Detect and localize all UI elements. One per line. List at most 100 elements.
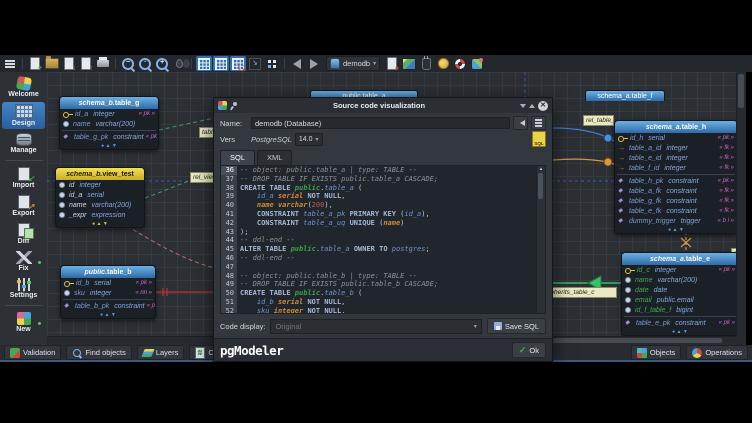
sidebar-item-manage[interactable]: Manage [2,131,45,156]
donate-icon[interactable] [435,56,451,71]
clear-name-icon[interactable] [513,116,528,130]
table-card-table_b[interactable]: public.table_bid_bserial« pk »skuinteger… [60,265,156,319]
zoom-in-icon[interactable] [154,56,170,71]
ok-button[interactable]: ✓ Ok [512,342,546,358]
code-scrollbar[interactable] [536,166,545,313]
table-row-name[interactable]: namevarchar(200) [60,119,158,129]
new-model-icon[interactable] [27,56,43,71]
table-row-table_e_id[interactable]: →table_e_idinteger« fk » [615,153,737,163]
magnify-objects-icon[interactable] [171,56,187,71]
table-row-id_a[interactable]: id_ainteger« pk » [60,109,158,119]
pin-icon[interactable] [230,102,238,110]
save-sql-button[interactable]: Save SQL [487,318,546,334]
expand-icon[interactable] [529,101,535,108]
table-row-date[interactable]: datedate [622,285,738,295]
table-row-table_h_pk[interactable]: ◆table_h_pkconstraint« pk » [615,176,737,186]
table-header[interactable]: schema_b.view_test [56,168,144,180]
table-row-id[interactable]: idinteger [56,180,144,190]
table-row-table_f_id[interactable]: →table_f_idinteger« fk » [615,163,737,173]
expand-canvas-icon[interactable] [247,56,263,71]
close-icon[interactable]: ✕ [538,101,548,111]
pgsql-version-select[interactable]: 14.0▾ [295,133,323,146]
object-name-field[interactable] [251,117,510,129]
table-expand-controls[interactable]: ● ▲ ▼ [615,226,737,233]
canvas-vertical-scrollbar[interactable] [736,72,746,345]
code-lines[interactable]: 36-- object: public.table_a | type: TABL… [221,166,536,313]
table-card-table_g[interactable]: schema_b.table_gid_ainteger« pk »namevar… [59,96,159,150]
view-card-view_test[interactable]: schema_b.view_testidintegerid_aserialnam… [55,167,145,228]
tab-sql[interactable]: SQL [220,150,255,165]
plugins-icon[interactable] [469,56,485,71]
save-model-as-icon[interactable] [78,56,94,71]
layers-button[interactable]: Layers [137,345,185,360]
sidebar-item-fix[interactable]: Fix [2,249,45,274]
sidebar-item-welcome[interactable]: Welcome [2,75,45,100]
table-header[interactable]: schema_a.table_h [615,121,737,133]
table-row-table_g_pk[interactable]: ◆table_g_pkconstraint« pk » [60,132,158,142]
table-row-table_e_pk[interactable]: ◆table_e_pkconstraint« pk » [622,318,738,328]
sidebar-item-diff[interactable]: Diff [2,221,45,247]
table-row-id_c[interactable]: id_cinteger« pk » [622,265,738,275]
relationship-node-blue[interactable] [604,134,612,142]
table-header[interactable]: schema_a.table_e [622,253,738,265]
table-row-id_a[interactable]: id_aserial [56,190,144,200]
dialog-titlebar[interactable]: Source code visualization ✕ [214,98,552,113]
table-row-id_h[interactable]: id_hserial« pk » [615,133,737,143]
table-expand-controls[interactable]: ● ▲ ▼ [61,311,155,318]
relationship-line-view-dep[interactable] [127,226,219,269]
sidebar-item-settings[interactable]: Settings [2,276,45,301]
main-menu-icon[interactable] [2,56,18,71]
snap-to-grid-icon[interactable] [213,56,229,71]
table-row-table_e_fk[interactable]: ◆table_e_fkconstraint« fk » [615,206,737,216]
table-row-email[interactable]: emailpublic.email [622,295,738,305]
open-model-icon[interactable] [44,56,60,71]
sidebar-item-design[interactable]: Design [2,102,45,129]
zoom-reset-icon[interactable] [137,56,153,71]
previous-model-icon[interactable] [289,56,305,71]
show-grid-icon[interactable] [196,56,212,71]
table-header[interactable]: schema_b.table_g [60,97,158,109]
collapse-icon[interactable] [520,104,526,111]
operations-button[interactable]: Operations [686,345,748,360]
objects-button[interactable]: Objects [631,345,681,360]
table-card-table_h[interactable]: schema_a.table_hid_hserial« pk »→table_a… [614,120,738,234]
sql-execution-icon[interactable] [418,56,434,71]
relationship-line-blue[interactable] [553,128,608,138]
model-tab-combo[interactable]: demodb▾ [326,56,380,71]
page-delimiters-icon[interactable] [230,56,246,71]
table-row-id_b[interactable]: id_bserial« pk » [61,278,155,288]
table-card-table_e[interactable]: schema_a.table_eid_cinteger« pk »namevar… [621,252,739,336]
table-row-name[interactable]: namevarchar(200) [622,275,738,285]
source-options-icon[interactable] [531,116,546,130]
table-row-id_f_table_f[interactable]: id_f_table_fbigint [622,305,738,315]
table-row-table_g_fk[interactable]: ◆table_g_fkconstraint« fk » [615,196,737,206]
table-card-table_f-partial[interactable]: schema_a.table_f [585,90,665,101]
save-model-icon[interactable] [61,56,77,71]
table-row-_expr[interactable]: _exprexpression [56,210,144,220]
zoom-out-icon[interactable] [120,56,136,71]
find-button[interactable]: Find objects [66,345,131,360]
table-expand-controls[interactable]: ● ▲ ▼ [60,142,158,149]
print-model-icon[interactable] [95,56,111,71]
sidebar-item-import[interactable]: Import [2,165,45,191]
rel-table-h-label[interactable]: rel_table_h_ [583,115,614,126]
table-row-table_a_fk[interactable]: ◆table_a_fkconstraint« fk » [615,186,737,196]
support-icon[interactable] [452,56,468,71]
table-header[interactable]: public.table_b [61,266,155,278]
table-row-dummy_trigger[interactable]: ◆dummy_triggertrigger« b i » [615,216,737,226]
tab-xml[interactable]: XML [257,150,292,165]
relationship-node-orange[interactable] [604,158,612,166]
next-model-icon[interactable] [306,56,322,71]
sidebar-item-export[interactable]: Export [2,193,45,219]
table-row-sku[interactable]: skuinteger« nn » [61,288,155,298]
close-model-icon[interactable] [384,56,400,71]
sidebar-item-new[interactable]: New [2,310,45,335]
table-row-table_b_pk[interactable]: ◆table_b_pkconstraint« pk » [61,301,155,311]
table-row-name[interactable]: namevarchar(200) [56,200,144,210]
sql-code-viewer[interactable]: 36-- object: public.table_a | type: TABL… [220,165,546,314]
model-overview-icon[interactable] [401,56,417,71]
table-row-table_a_id[interactable]: →table_a_idinteger« fk » [615,143,737,153]
relationship-line-orange[interactable] [553,159,608,162]
table-expand-controls[interactable]: ● ▲ ▼ [622,328,738,335]
scene-layout-icon[interactable] [264,56,280,71]
